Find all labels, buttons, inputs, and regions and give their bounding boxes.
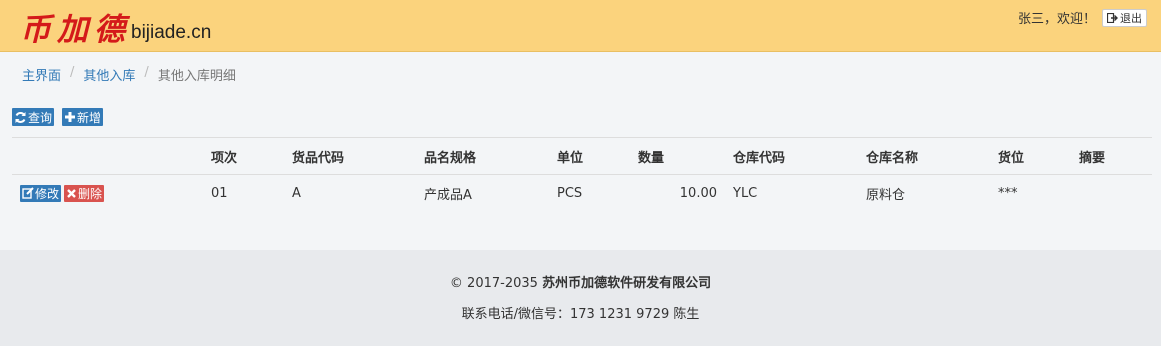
edit-icon [22, 187, 34, 199]
cell-seq: 01 [211, 185, 228, 201]
refresh-icon [15, 111, 26, 123]
logo[interactable]: 币加德 bijiade.cn [20, 8, 211, 48]
query-label: 查询 [28, 110, 53, 125]
add-button[interactable]: 新增 [62, 108, 104, 126]
logout-label: 退出 [1120, 11, 1142, 25]
query-button[interactable]: 查询 [12, 108, 55, 126]
col-header-warehouse-code: 仓库代码 [733, 150, 786, 166]
cell-item-code: A [292, 185, 301, 201]
add-label: 新增 [77, 110, 102, 125]
cell-unit: PCS [557, 185, 583, 201]
user-area: 张三，欢迎！ 退出 [1018, 8, 1147, 27]
col-header-warehouse-name: 仓库名称 [866, 150, 919, 166]
cell-name-spec: 产成品A [424, 187, 472, 203]
logo-chinese: 币加德 [20, 12, 131, 48]
copyright: © 2017-2035 苏州币加德软件研发有限公司 [0, 272, 1161, 291]
col-header-qty: 数量 [638, 150, 665, 166]
cell-location: *** [998, 185, 1018, 201]
table-header: 项次 货品代码 品名规格 单位 数量 仓库代码 仓库名称 货位 摘要 [12, 138, 1152, 175]
breadcrumb-current: 其他入库明细 [157, 69, 236, 84]
edit-label: 修改 [35, 186, 60, 201]
col-header-unit: 单位 [557, 150, 584, 166]
cell-qty: 10.00 [679, 185, 717, 201]
col-header-location: 货位 [998, 150, 1025, 166]
cell-warehouse-code: YLC [733, 185, 758, 201]
edit-button[interactable]: 修改 [20, 184, 62, 202]
contact-info: 联系电话/微信号：173 1231 9729 陈生 [461, 307, 700, 322]
detail-table: 项次 货品代码 品名规格 单位 数量 仓库代码 仓库名称 货位 摘要 修改 删除… [12, 137, 1152, 211]
col-header-seq: 项次 [211, 150, 238, 166]
table-row: 修改 删除 01 A 产成品A PCS 10.00 YLC 原料仓 *** [12, 175, 1152, 211]
col-header-name-spec: 品名规格 [424, 150, 477, 166]
breadcrumb-other-inbound[interactable]: 其他入库 [83, 65, 135, 84]
main-content: 主界面 / 其他入库 / 其他入库明细 查询 新增 项次 货品代码 品名规格 单… [0, 52, 1161, 250]
delete-button[interactable]: 删除 [64, 184, 105, 202]
breadcrumb-separator: / [70, 65, 75, 80]
col-header-remark: 摘要 [1079, 150, 1106, 166]
copyright-prefix: © 2017-2035 [449, 276, 538, 291]
top-header: 币加德 bijiade.cn 张三，欢迎！ 退出 [0, 0, 1161, 52]
company-name: 苏州币加德软件研发有限公司 [542, 276, 712, 291]
breadcrumb-separator: / [144, 65, 149, 80]
col-header-item-code: 货品代码 [292, 150, 345, 166]
welcome-text: 张三，欢迎！ [1017, 12, 1096, 27]
logo-domain: bijiade.cn [131, 22, 212, 43]
row-actions: 修改 删除 [20, 175, 107, 211]
plus-icon [65, 112, 76, 122]
delete-label: 删除 [78, 186, 103, 201]
breadcrumb-home[interactable]: 主界面 [22, 65, 61, 84]
cell-warehouse-name: 原料仓 [866, 187, 906, 203]
logout-button[interactable]: 退出 [1102, 8, 1147, 27]
sign-out-icon [1107, 12, 1118, 23]
close-icon [67, 188, 76, 198]
breadcrumb: 主界面 / 其他入库 / 其他入库明细 [22, 65, 236, 84]
toolbar: 查询 新增 [12, 108, 111, 126]
footer: © 2017-2035 苏州币加德软件研发有限公司 联系电话/微信号：173 1… [0, 250, 1161, 346]
